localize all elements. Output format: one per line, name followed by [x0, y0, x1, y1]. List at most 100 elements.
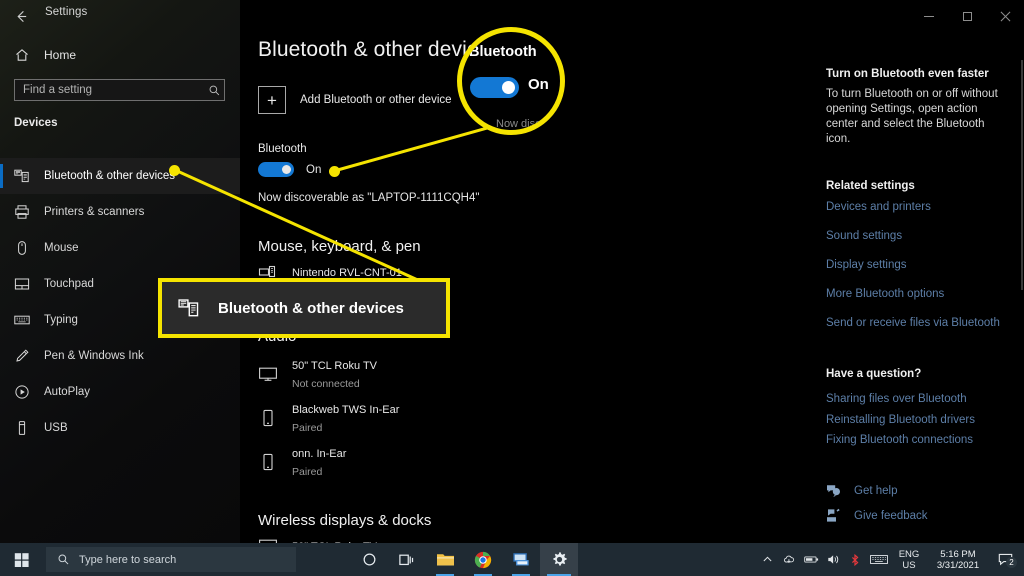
taskbar-search-placeholder: Type here to search: [79, 553, 177, 566]
sidebar-item-touchpad[interactable]: Touchpad: [0, 266, 240, 302]
sidebar: Home Devices: [0, 0, 240, 543]
sidebar-item-typing[interactable]: Typing: [0, 302, 240, 338]
bluetooth-toggle-row: On: [258, 162, 321, 177]
chevron-up-icon[interactable]: [756, 543, 778, 576]
link-fixing-bluetooth-connections[interactable]: Fixing Bluetooth connections: [826, 434, 973, 446]
maximize-button[interactable]: [948, 0, 986, 32]
link-sound-settings[interactable]: Sound settings: [826, 230, 902, 242]
sidebar-item-autoplay[interactable]: AutoPlay: [0, 374, 240, 410]
language-indicator[interactable]: ENG US: [892, 543, 926, 576]
mouse-icon: [14, 240, 30, 256]
sidebar-item-label: Touchpad: [44, 278, 94, 290]
sidebar-item-label: Pen & Windows Ink: [44, 350, 144, 362]
tip-heading: Turn on Bluetooth even faster: [826, 68, 989, 80]
autoplay-icon: [14, 384, 30, 400]
clock[interactable]: 5:16 PM 3/31/2021: [926, 543, 990, 576]
get-help-link[interactable]: Get help: [826, 483, 897, 498]
volume-icon[interactable]: [822, 543, 844, 576]
sidebar-item-label: USB: [44, 422, 68, 434]
device-text: Nintendo RVL-CNT-01: [292, 263, 402, 281]
taskbar-file-explorer-button[interactable]: [426, 543, 464, 576]
link-sharing-files-over-bluetooth[interactable]: Sharing files over Bluetooth: [826, 393, 967, 405]
start-button[interactable]: [0, 543, 44, 576]
device-name: onn. In-Ear: [292, 448, 347, 460]
page-title: Bluetooth & other devices: [258, 38, 500, 61]
taskbar-chrome-button[interactable]: [464, 543, 502, 576]
taskbar-search[interactable]: Type here to search: [46, 547, 296, 572]
settings-search[interactable]: [14, 79, 225, 101]
link-more-bluetooth-options[interactable]: More Bluetooth options: [826, 288, 944, 300]
monitor-icon: [258, 364, 278, 384]
device-name: Blackweb TWS In-Ear: [292, 404, 400, 416]
taskbar: Type here to search ENG US 5:16 PM 3/31/…: [0, 543, 1024, 576]
sidebar-item-label: Typing: [44, 314, 78, 326]
bluetooth-devices-icon: [14, 168, 30, 184]
feedback-icon: [826, 508, 841, 523]
clock-time: 5:16 PM: [940, 548, 976, 560]
sidebar-group-heading: Devices: [14, 117, 58, 129]
touchpad-icon: [14, 276, 30, 292]
taskbar-mail-app-button[interactable]: [502, 543, 540, 576]
bluetooth-section-label: Bluetooth: [258, 143, 307, 155]
sidebar-item-label: AutoPlay: [44, 386, 91, 398]
taskbar-task-view-button[interactable]: [388, 543, 426, 576]
printer-icon: [14, 204, 30, 220]
question-heading: Have a question?: [826, 368, 922, 380]
add-device-button[interactable]: + Add Bluetooth or other device: [258, 86, 452, 114]
give-feedback-link[interactable]: Give feedback: [826, 508, 928, 523]
device-status: Not connected: [292, 378, 360, 390]
pen-icon: [14, 348, 30, 364]
screen: Settings Home Find a setting Devices Blu…: [0, 0, 1024, 576]
minimize-button[interactable]: [910, 0, 948, 32]
give-feedback-label: Give feedback: [854, 509, 928, 522]
back-button[interactable]: [8, 4, 34, 28]
device-text: Blackweb TWS In-Ear Paired: [292, 400, 399, 436]
search-input[interactable]: [15, 80, 204, 100]
notification-badge: 2: [1006, 557, 1017, 568]
onedrive-icon[interactable]: [778, 543, 800, 576]
sidebar-item-pen-and-windows-ink[interactable]: Pen & Windows Ink: [0, 338, 240, 374]
sidebar-item-printers-and-scanners[interactable]: Printers & scanners: [0, 194, 240, 230]
device-row-blackweb-tws[interactable]: Blackweb TWS In-Ear Paired: [258, 400, 399, 436]
home-icon: [14, 47, 30, 63]
section-heading-wireless-displays-docks: Wireless displays & docks: [258, 512, 432, 529]
link-send-or-receive-files[interactable]: Send or receive files via Bluetooth: [826, 317, 1000, 329]
close-button[interactable]: [986, 0, 1024, 32]
device-row-tcl-roku-tv-audio[interactable]: 50" TCL Roku TV Not connected: [258, 356, 377, 392]
device-name: Nintendo RVL-CNT-01: [292, 267, 402, 279]
link-reinstalling-bluetooth-drivers[interactable]: Reinstalling Bluetooth drivers: [826, 414, 975, 426]
sidebar-item-usb[interactable]: USB: [0, 410, 240, 446]
title-bar: Settings: [0, 0, 1024, 32]
language-line2: US: [902, 559, 916, 571]
language-line1: ENG: [898, 548, 920, 560]
window-title: Settings: [45, 6, 88, 18]
keyboard-icon: [14, 312, 30, 328]
scrollbar[interactable]: [1021, 60, 1023, 290]
device-row-tcl-roku-tv-display[interactable]: 50" TCL Roku TV: [258, 536, 377, 543]
tip-body: To turn Bluetooth on or off without open…: [826, 88, 998, 145]
battery-icon[interactable]: [800, 543, 822, 576]
link-devices-and-printers[interactable]: Devices and printers: [826, 201, 931, 213]
sidebar-item-mouse[interactable]: Mouse: [0, 230, 240, 266]
device-row-nintendo[interactable]: Nintendo RVL-CNT-01: [258, 262, 402, 282]
search-icon: [204, 84, 224, 97]
sidebar-item-label: Printers & scanners: [44, 206, 145, 218]
notification-center-button[interactable]: 2: [990, 543, 1020, 576]
bluetooth-tray-icon[interactable]: [844, 543, 866, 576]
section-heading-audio: Audio: [258, 328, 297, 345]
clock-date: 3/31/2021: [936, 559, 980, 571]
window-controls: [910, 0, 1024, 32]
sidebar-item-label: Mouse: [44, 242, 79, 254]
sidebar-item-home[interactable]: Home: [0, 43, 240, 67]
keyboard-tray-icon[interactable]: [866, 543, 892, 576]
device-row-onn-in-ear[interactable]: onn. In-Ear Paired: [258, 444, 346, 480]
taskbar-settings-button[interactable]: [540, 543, 578, 576]
device-name: 50" TCL Roku TV: [292, 360, 378, 372]
sidebar-item-bluetooth-and-other-devices[interactable]: Bluetooth & other devices: [0, 158, 240, 194]
link-display-settings[interactable]: Display settings: [826, 259, 907, 271]
sidebar-items: Bluetooth & other devices Printers & sca…: [0, 158, 240, 446]
sidebar-home-label: Home: [44, 48, 77, 62]
taskbar-cortana-button[interactable]: [350, 543, 388, 576]
info-panel: Turn on Bluetooth even faster To turn Bl…: [816, 0, 1024, 543]
bluetooth-toggle[interactable]: [258, 162, 294, 177]
